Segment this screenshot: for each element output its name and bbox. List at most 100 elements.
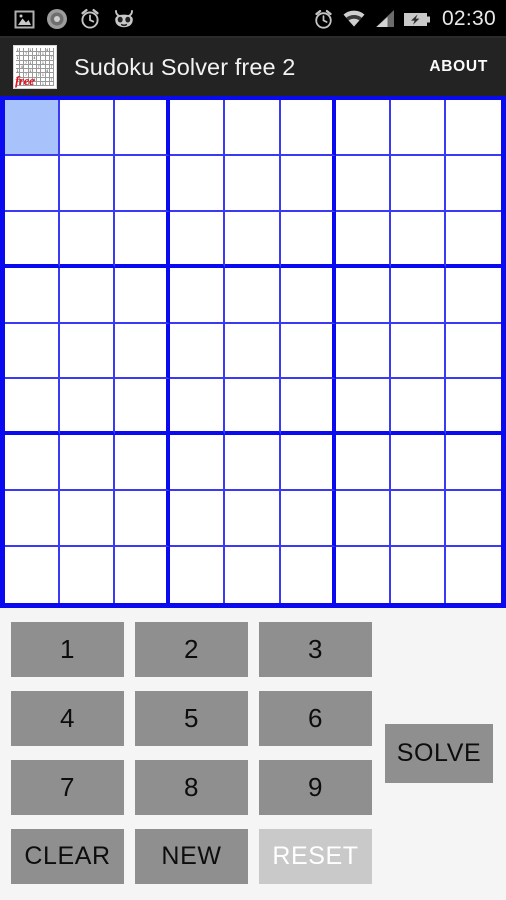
new-button[interactable]: NEW xyxy=(135,829,248,884)
sudoku-board[interactable] xyxy=(0,96,506,608)
sudoku-cell-r2-c5[interactable] xyxy=(280,211,336,268)
sudoku-cell-r1-c0[interactable] xyxy=(5,155,61,212)
sudoku-cell-r2-c4[interactable] xyxy=(225,211,281,268)
sudoku-cell-r4-c0[interactable] xyxy=(5,323,61,380)
sudoku-cell-r2-c8[interactable] xyxy=(445,211,501,268)
number-button-8[interactable]: 8 xyxy=(135,760,248,815)
sudoku-cell-r1-c5[interactable] xyxy=(280,155,336,212)
sudoku-cell-r1-c3[interactable] xyxy=(170,155,226,212)
sudoku-cell-r5-c5[interactable] xyxy=(280,379,336,436)
sudoku-cell-r6-c4[interactable] xyxy=(225,435,281,492)
sudoku-cell-r5-c8[interactable] xyxy=(445,379,501,436)
sudoku-cell-r0-c3[interactable] xyxy=(170,100,226,156)
sudoku-cell-r3-c7[interactable] xyxy=(390,267,446,324)
sudoku-cell-r6-c7[interactable] xyxy=(390,435,446,492)
sudoku-cell-r4-c2[interactable] xyxy=(115,323,171,380)
sudoku-cell-r8-c5[interactable] xyxy=(280,547,336,603)
sudoku-cell-r0-c6[interactable] xyxy=(335,100,391,156)
sudoku-cell-r3-c1[interactable] xyxy=(60,267,116,324)
sudoku-cell-r5-c3[interactable] xyxy=(170,379,226,436)
sudoku-cell-r5-c0[interactable] xyxy=(5,379,61,436)
sudoku-cell-r1-c7[interactable] xyxy=(390,155,446,212)
sudoku-cell-r5-c6[interactable] xyxy=(335,379,391,436)
sudoku-cell-r2-c3[interactable] xyxy=(170,211,226,268)
sudoku-cell-r8-c1[interactable] xyxy=(60,547,116,603)
solve-button[interactable]: SOLVE xyxy=(385,724,493,783)
clear-button[interactable]: CLEAR xyxy=(11,829,124,884)
sudoku-cell-r4-c5[interactable] xyxy=(280,323,336,380)
sudoku-cell-r8-c7[interactable] xyxy=(390,547,446,603)
sudoku-cell-r7-c5[interactable] xyxy=(280,491,336,548)
sudoku-cell-r5-c4[interactable] xyxy=(225,379,281,436)
sudoku-cell-r4-c3[interactable] xyxy=(170,323,226,380)
sudoku-cell-r0-c2[interactable] xyxy=(115,100,171,156)
number-button-3[interactable]: 3 xyxy=(259,622,372,677)
sudoku-cell-r6-c1[interactable] xyxy=(60,435,116,492)
number-button-1[interactable]: 1 xyxy=(11,622,124,677)
sudoku-cell-r4-c4[interactable] xyxy=(225,323,281,380)
sudoku-cell-r8-c2[interactable] xyxy=(115,547,171,603)
sudoku-cell-r7-c2[interactable] xyxy=(115,491,171,548)
cyanogenmod-robot-icon xyxy=(112,8,136,30)
number-button-6[interactable]: 6 xyxy=(259,691,372,746)
sudoku-cell-r3-c0[interactable] xyxy=(5,267,61,324)
sudoku-cell-r5-c7[interactable] xyxy=(390,379,446,436)
app-root: 02:30 114771147711477114771147711 free S… xyxy=(0,0,506,900)
sudoku-cell-r7-c6[interactable] xyxy=(335,491,391,548)
sudoku-cell-r8-c4[interactable] xyxy=(225,547,281,603)
sudoku-cell-r3-c5[interactable] xyxy=(280,267,336,324)
sudoku-cell-r5-c1[interactable] xyxy=(60,379,116,436)
number-button-2[interactable]: 2 xyxy=(135,622,248,677)
sudoku-cell-r6-c8[interactable] xyxy=(445,435,501,492)
sudoku-cell-r5-c2[interactable] xyxy=(115,379,171,436)
number-button-5[interactable]: 5 xyxy=(135,691,248,746)
sudoku-cell-r0-c7[interactable] xyxy=(390,100,446,156)
sudoku-cell-r8-c8[interactable] xyxy=(445,547,501,603)
sudoku-cell-r1-c4[interactable] xyxy=(225,155,281,212)
sudoku-grid[interactable] xyxy=(0,96,506,608)
screenshot-image-icon xyxy=(14,9,35,30)
sudoku-cell-r0-c4[interactable] xyxy=(225,100,281,156)
sudoku-cell-r6-c2[interactable] xyxy=(115,435,171,492)
sudoku-cell-r7-c3[interactable] xyxy=(170,491,226,548)
sudoku-cell-r3-c2[interactable] xyxy=(115,267,171,324)
sudoku-cell-r8-c0[interactable] xyxy=(5,547,61,603)
sudoku-cell-r2-c7[interactable] xyxy=(390,211,446,268)
number-button-9[interactable]: 9 xyxy=(259,760,372,815)
number-button-4[interactable]: 4 xyxy=(11,691,124,746)
sudoku-cell-r7-c8[interactable] xyxy=(445,491,501,548)
sudoku-cell-r4-c7[interactable] xyxy=(390,323,446,380)
sudoku-cell-r3-c4[interactable] xyxy=(225,267,281,324)
sudoku-cell-r0-c0[interactable] xyxy=(5,100,61,156)
sudoku-cell-r7-c0[interactable] xyxy=(5,491,61,548)
sudoku-cell-r4-c1[interactable] xyxy=(60,323,116,380)
sudoku-cell-r8-c3[interactable] xyxy=(170,547,226,603)
sudoku-cell-r3-c8[interactable] xyxy=(445,267,501,324)
number-button-7[interactable]: 7 xyxy=(11,760,124,815)
about-button[interactable]: ABOUT xyxy=(423,50,494,84)
sudoku-cell-r2-c6[interactable] xyxy=(335,211,391,268)
sudoku-cell-r2-c2[interactable] xyxy=(115,211,171,268)
sudoku-cell-r7-c4[interactable] xyxy=(225,491,281,548)
sudoku-cell-r1-c2[interactable] xyxy=(115,155,171,212)
sudoku-cell-r2-c0[interactable] xyxy=(5,211,61,268)
sudoku-cell-r2-c1[interactable] xyxy=(60,211,116,268)
sudoku-cell-r6-c5[interactable] xyxy=(280,435,336,492)
sudoku-cell-r1-c1[interactable] xyxy=(60,155,116,212)
sudoku-cell-r0-c5[interactable] xyxy=(280,100,336,156)
sudoku-cell-r8-c6[interactable] xyxy=(335,547,391,603)
sudoku-cell-r6-c6[interactable] xyxy=(335,435,391,492)
status-bar: 02:30 xyxy=(0,0,506,38)
sudoku-cell-r7-c7[interactable] xyxy=(390,491,446,548)
sudoku-cell-r0-c1[interactable] xyxy=(60,100,116,156)
sudoku-cell-r1-c6[interactable] xyxy=(335,155,391,212)
sudoku-cell-r3-c3[interactable] xyxy=(170,267,226,324)
sudoku-cell-r3-c6[interactable] xyxy=(335,267,391,324)
sudoku-cell-r6-c0[interactable] xyxy=(5,435,61,492)
sudoku-cell-r7-c1[interactable] xyxy=(60,491,116,548)
sudoku-cell-r6-c3[interactable] xyxy=(170,435,226,492)
sudoku-cell-r0-c8[interactable] xyxy=(445,100,501,156)
sudoku-cell-r4-c6[interactable] xyxy=(335,323,391,380)
sudoku-cell-r4-c8[interactable] xyxy=(445,323,501,380)
sudoku-cell-r1-c8[interactable] xyxy=(445,155,501,212)
